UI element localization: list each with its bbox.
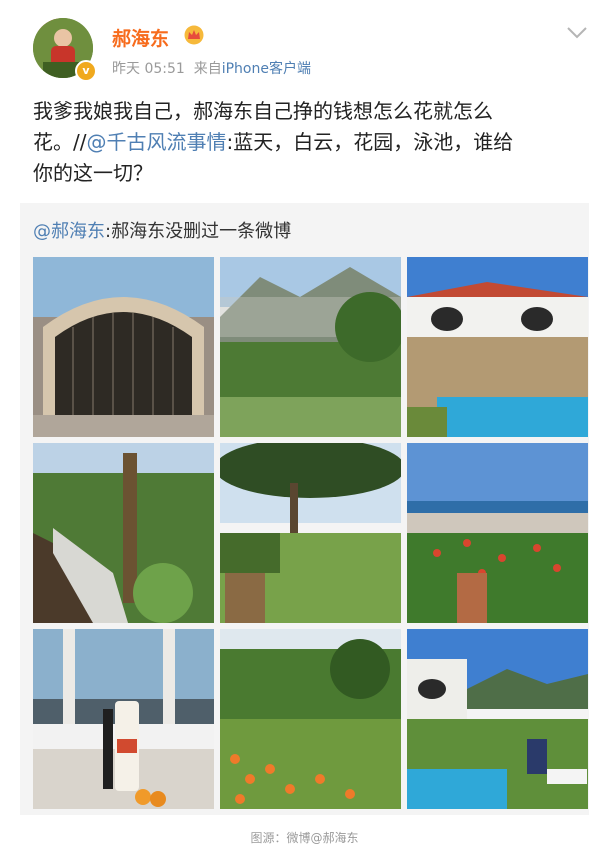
post-text-rest: :蓝天，白云，花园，泳池，谁给 (226, 130, 514, 154)
repost-text: @郝海东:郝海东没删过一条微博 (33, 217, 291, 243)
post-meta: 昨天 05:51 来自iPhone客户端 (112, 58, 311, 78)
post-text-line2: 花。//@千古风流事情:蓝天，白云，花园，泳池，谁给 (33, 127, 583, 158)
photo-gate[interactable] (33, 257, 214, 437)
post-header: v 郝海东 昨天 05:51 来自iPhone客户端 (0, 0, 609, 88)
photo-garden-path[interactable] (33, 443, 214, 623)
verified-badge-icon: v (75, 60, 97, 82)
photo-hills[interactable] (220, 257, 401, 437)
chevron-down-icon[interactable] (566, 26, 588, 40)
photo-pool-lounger[interactable] (407, 629, 588, 809)
post-text-plain: 花。// (33, 130, 87, 154)
username[interactable]: 郝海东 (112, 24, 169, 51)
post-time: 昨天 05:51 (112, 61, 185, 77)
post-text: 我爹我娘我自己，郝海东自己挣的钱想怎么花就怎么 花。//@千古风流事情:蓝天，白… (33, 96, 583, 189)
crown-icon (184, 25, 204, 45)
mention-link[interactable]: @千古风流事情 (86, 130, 226, 154)
photo-window[interactable] (33, 629, 214, 809)
repost-card[interactable]: @郝海东:郝海东没删过一条微博 (20, 203, 589, 815)
repost-body: :郝海东没删过一条微博 (105, 221, 292, 242)
image-credit: 图源：微博@郝海东 (250, 831, 359, 845)
photo-sea-view[interactable] (407, 443, 588, 623)
photo-villa-pool[interactable] (407, 257, 588, 437)
post-text-line1: 我爹我娘我自己，郝海东自己挣的钱想怎么花就怎么 (33, 99, 493, 123)
post-text-line3: 你的这一切？ (33, 161, 153, 185)
source-prefix: 来自 (193, 61, 222, 77)
post-source[interactable]: iPhone客户端 (222, 61, 311, 77)
repost-author-link[interactable]: @郝海东 (33, 221, 105, 242)
photo-lawn-pines[interactable] (220, 443, 401, 623)
photo-flower-garden[interactable] (220, 629, 401, 809)
